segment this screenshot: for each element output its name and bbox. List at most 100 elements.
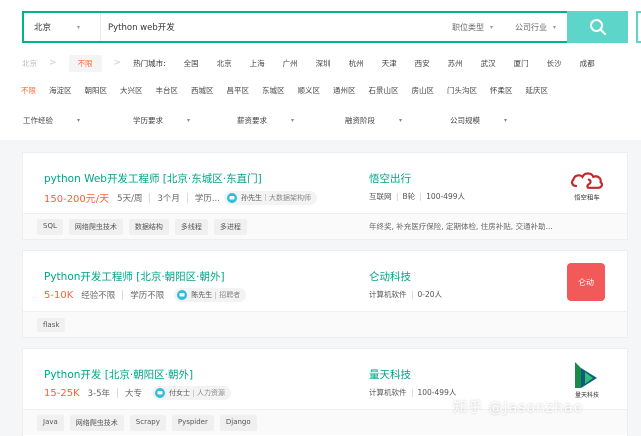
- job-summary: 150-200元/天 5天/周 3个月 学历... 孙先生 大数据架构师: [44, 190, 317, 205]
- hot-city-link[interactable]: 成都: [580, 58, 595, 69]
- district-link[interactable]: 东城区: [262, 85, 285, 96]
- search-panel: 北京 ▾ Python web开发 职位类型 ▾ 公司行业 ▾ 北京 > 不限 …: [0, 0, 641, 140]
- hot-city-link[interactable]: 广州: [283, 58, 298, 69]
- skill-tag: 多线程: [174, 218, 208, 235]
- job-meta: 大专: [125, 389, 143, 399]
- filter-dropdown[interactable]: 融资阶段 ▾: [345, 115, 450, 126]
- district-link[interactable]: 房山区: [412, 85, 435, 96]
- city-filter-row: 北京 > 不限 > 热门城市: 全国 北京 上海 广州 深圳 杭州 天津 西安 苏州 武汉 厦门 长沙…: [0, 54, 641, 72]
- skill-tag: 网络爬虫技术: [68, 218, 123, 235]
- recruiter-name: 孙先生: [240, 193, 262, 202]
- job-type-select[interactable]: 职位类型 ▾: [441, 13, 504, 41]
- filter-dropdown[interactable]: 薪资要求 ▾: [237, 115, 345, 126]
- filter-label: 公司规模: [450, 115, 480, 125]
- salary: 15-25K: [44, 387, 80, 399]
- hot-cities-list: 全国 北京 上海 广州 深圳 杭州 天津 西安 苏州 武汉 厦门 长沙 成都: [166, 58, 595, 69]
- search-icon: [589, 19, 606, 35]
- city-select-value: 北京: [34, 23, 52, 33]
- recruiter-role: 大数据架构师: [268, 193, 311, 202]
- chevron-down-icon: ▾: [187, 116, 191, 124]
- hot-city-link[interactable]: 上海: [250, 58, 265, 69]
- hot-city-link[interactable]: 武汉: [481, 58, 496, 69]
- company-logo[interactable]: 悟空租车: [567, 166, 607, 206]
- hot-city-link[interactable]: 全国: [184, 58, 199, 69]
- district-link[interactable]: 顺义区: [298, 85, 321, 96]
- chat-icon: [155, 388, 166, 398]
- filter-dropdown[interactable]: 公司规模 ▾: [450, 115, 507, 126]
- hot-city-link[interactable]: 杭州: [349, 58, 364, 69]
- job-title[interactable]: Python开发工程师 [北京·朝阳区·朝外]: [44, 269, 225, 284]
- hot-city-link[interactable]: 长沙: [547, 58, 562, 69]
- district-link[interactable]: 延庆区: [526, 85, 549, 96]
- job-card[interactable]: Python开发 [北京·朝阳区·朝外] 15-25K 3-5年 大专 付女士 …: [22, 348, 628, 436]
- filter-dropdown[interactable]: 工作经验 ▾: [23, 115, 133, 126]
- district-link[interactable]: 大兴区: [120, 85, 143, 96]
- job-meta: 学历不限: [130, 291, 165, 301]
- hot-city-link[interactable]: 厦门: [514, 58, 529, 69]
- job-type-label: 职位类型: [451, 22, 484, 32]
- card-footer: SQL 网络爬虫技术 数据结构 多线程 多进程 年终奖, 补充医疗保险, 定期体…: [23, 213, 627, 239]
- salary: 150-200元/天: [44, 194, 110, 205]
- job-title[interactable]: Python开发 [北京·朝阳区·朝外]: [44, 367, 193, 382]
- search-bar: 北京 ▾ Python web开发 职位类型 ▾ 公司行业 ▾: [22, 11, 628, 43]
- company-industry: 计算机软件: [369, 388, 407, 397]
- hot-city-link[interactable]: 北京: [217, 58, 232, 69]
- skill-tag: Django: [219, 414, 257, 431]
- recruiter-chip[interactable]: 付女士 人力资源: [152, 386, 232, 400]
- hot-city-link[interactable]: 苏州: [448, 58, 463, 69]
- job-summary: 5-10K 经验不限 学历不限 陈先生 招聘者: [44, 288, 247, 302]
- city-select[interactable]: 北京 ▾: [24, 13, 101, 41]
- company-name[interactable]: 仑动科技: [369, 269, 411, 284]
- chevron-down-icon: ▾: [77, 23, 81, 31]
- filter-label: 薪资要求: [237, 115, 267, 125]
- company-name[interactable]: 量天科技: [369, 367, 411, 382]
- company-stage: B轮: [402, 192, 416, 201]
- hot-city-link[interactable]: 深圳: [316, 58, 331, 69]
- chevron-down-icon: ▾: [399, 116, 403, 124]
- district-filter-row: 不限 海淀区 朝阳区 大兴区 丰台区 西城区 昌平区 东城区 顺义区 通州区 石景山区 房山区 门头沟区…: [0, 82, 641, 98]
- company-name[interactable]: 悟空出行: [369, 171, 411, 186]
- skill-tag: Java: [37, 414, 64, 431]
- district-link[interactable]: 海淀区: [49, 85, 72, 96]
- district-link[interactable]: 石景山区: [369, 85, 399, 96]
- skill-tag: 网络爬虫技术: [69, 414, 124, 431]
- company-size: 0-20人: [417, 290, 443, 299]
- job-title[interactable]: python Web开发工程师 [北京·东城区·东直门]: [44, 171, 262, 186]
- logo-text: 悟空租车: [574, 193, 599, 202]
- hot-city-link[interactable]: 天津: [382, 58, 397, 69]
- hot-city-link[interactable]: 西安: [415, 58, 430, 69]
- salary: 5-10K: [44, 289, 74, 301]
- chevron-down-icon: ▾: [552, 23, 556, 31]
- job-card[interactable]: Python开发工程师 [北京·朝阳区·朝外] 5-10K 经验不限 学历不限 …: [22, 250, 628, 338]
- search-button[interactable]: [567, 11, 628, 43]
- company-industry: 计算机软件: [369, 290, 407, 299]
- logo-text: 仑动: [578, 277, 594, 287]
- company-meta: 计算机软件 0-20人: [369, 289, 442, 300]
- district-list: 不限 海淀区 朝阳区 大兴区 丰台区 西城区 昌平区 东城区 顺义区 通州区 石景山区 房山区 门头沟区…: [21, 85, 561, 96]
- chat-icon: [226, 192, 237, 203]
- recruiter-role: 招聘者: [219, 291, 241, 299]
- district-link[interactable]: 门头沟区: [447, 85, 477, 96]
- recruiter-chip[interactable]: 孙先生 大数据架构师: [223, 190, 317, 205]
- district-link[interactable]: 丰台区: [156, 85, 179, 96]
- recruiter-name: 付女士: [169, 389, 191, 397]
- company-logo[interactable]: 仑动: [567, 263, 605, 301]
- district-link[interactable]: 昌平区: [227, 85, 250, 96]
- chevron-down-icon: ▾: [77, 116, 81, 124]
- recruiter-chip[interactable]: 陈先生 招聘者: [174, 288, 247, 302]
- district-link[interactable]: 朝阳区: [85, 85, 108, 96]
- city-unlimited[interactable]: 不限: [68, 54, 102, 72]
- filter-label: 学历要求: [133, 115, 163, 125]
- filter-dropdown[interactable]: 学历要求 ▾: [133, 115, 237, 126]
- skill-tag: 数据结构: [128, 218, 169, 235]
- company-logo[interactable]: 量天科技: [567, 359, 607, 399]
- district-link[interactable]: 怀柔区: [490, 85, 513, 96]
- industry-select[interactable]: 公司行业 ▾: [504, 13, 567, 41]
- industry-label: 公司行业: [514, 22, 547, 32]
- search-input[interactable]: Python web开发: [101, 21, 441, 33]
- district-link[interactable]: 西城区: [191, 85, 214, 96]
- district-link[interactable]: 通州区: [333, 85, 356, 96]
- job-card[interactable]: python Web开发工程师 [北京·东城区·东直门] 150-200元/天 …: [22, 152, 628, 240]
- card-footer: flask: [23, 311, 627, 337]
- district-link[interactable]: 不限: [21, 85, 36, 96]
